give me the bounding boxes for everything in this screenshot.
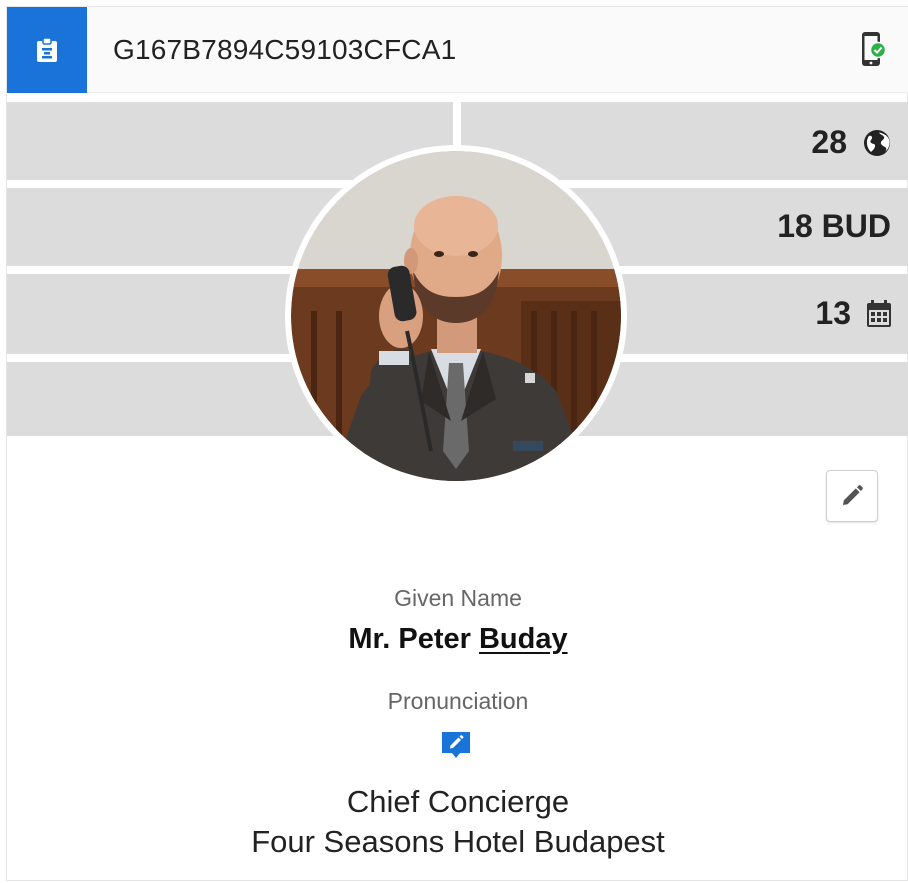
stat-days: 13 bbox=[815, 295, 893, 332]
last-name-link[interactable]: Buday bbox=[479, 623, 568, 655]
salutation: Mr. bbox=[348, 623, 391, 655]
first-name: Peter bbox=[398, 623, 471, 655]
stat-stays: 28 bbox=[811, 124, 893, 161]
badge-icon bbox=[37, 37, 57, 62]
profile-avatar[interactable] bbox=[285, 145, 627, 487]
company-name: Four Seasons Hotel Budapest bbox=[251, 824, 665, 859]
given-name-label: Given Name bbox=[394, 585, 522, 611]
globe-icon bbox=[864, 129, 890, 156]
stat-value: 18 BUD bbox=[777, 208, 891, 244]
mobile-verified-icon[interactable] bbox=[861, 31, 887, 69]
calendar-icon bbox=[867, 299, 891, 327]
pencil-icon bbox=[843, 485, 863, 505]
stat-value: 28 bbox=[811, 124, 847, 160]
badge-button[interactable] bbox=[7, 7, 87, 93]
speech-bubble-edit-icon[interactable] bbox=[440, 729, 472, 761]
pronunciation-label: Pronunciation bbox=[387, 688, 529, 714]
job-title: Chief Concierge bbox=[346, 784, 570, 819]
profile-id: G167B7894C59103CFCA1 bbox=[113, 34, 457, 65]
stat-value: 13 bbox=[815, 295, 851, 331]
stat-location: 18 BUD bbox=[777, 208, 891, 245]
avatar-photo bbox=[291, 151, 621, 481]
profile-header: G167B7894C59103CFCA1 bbox=[7, 7, 908, 93]
edit-profile-button[interactable] bbox=[826, 470, 878, 522]
profile-card: G167B7894C59103CFCA1 28 18 BUD 13 Given … bbox=[6, 6, 908, 881]
full-name: Mr. Peter Buday bbox=[7, 623, 908, 656]
